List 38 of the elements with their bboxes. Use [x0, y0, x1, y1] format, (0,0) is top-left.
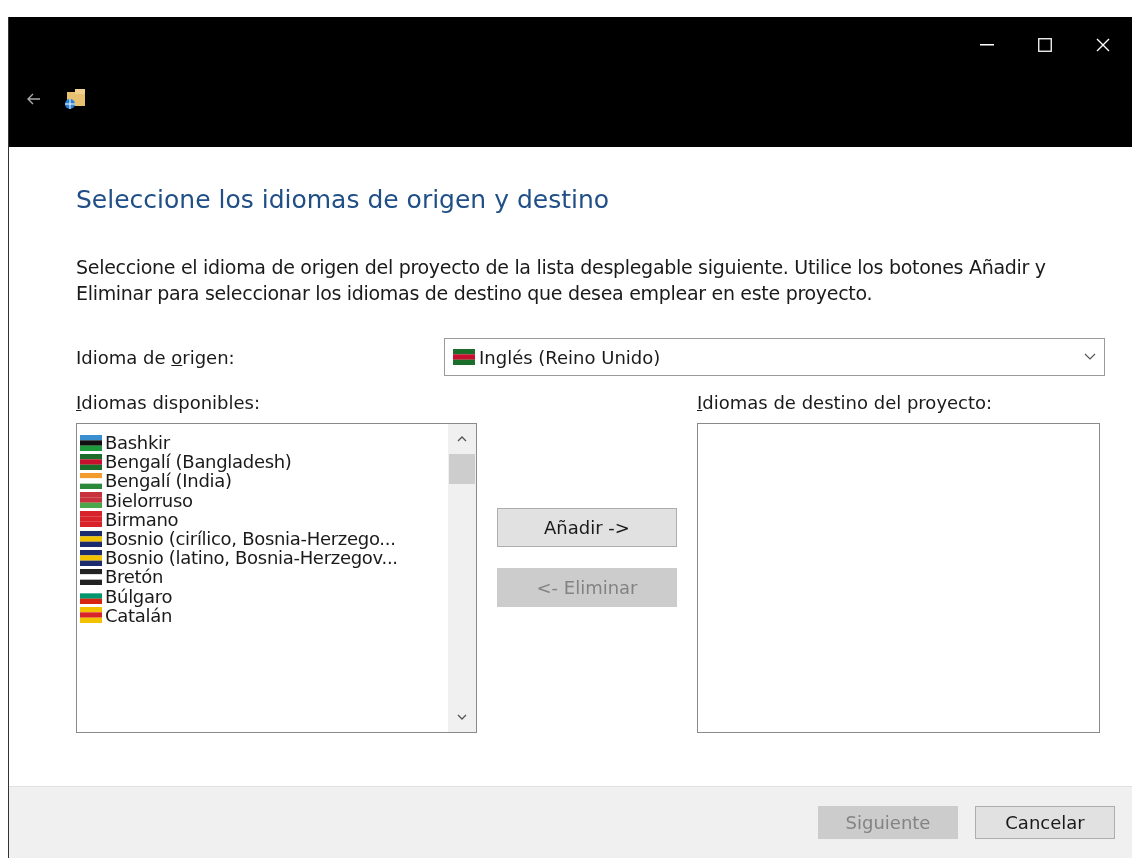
- page-heading: Seleccione los idiomas de origen y destino: [76, 185, 611, 214]
- flag-icon: [80, 568, 102, 585]
- language-item[interactable]: Bosnio (cirílico, Bosnia-Herzego...: [77, 528, 448, 549]
- language-item[interactable]: Bengalí (Bangladesh): [77, 452, 448, 472]
- flag-icon: [80, 434, 102, 451]
- back-arrow-icon[interactable]: [27, 93, 41, 105]
- language-item[interactable]: Bielorruso: [77, 490, 448, 510]
- available-languages-list[interactable]: Bashkir Bengalí (Bangladesh) Bengalí (India) Bielorruso Birmano Bosnio (cirílico, Bosnia-Herzego... Bosnio (latino, Bosnia-Herzegov... Bretón Búlgaro Catalán: [76, 423, 477, 733]
- language-item[interactable]: Bosnio (latino, Bosnia-Herzegov...: [77, 548, 448, 568]
- maximize-icon[interactable]: [1038, 38, 1052, 52]
- close-icon[interactable]: [1096, 38, 1110, 52]
- language-item[interactable]: Bashkir: [77, 433, 448, 453]
- flag-icon: [453, 349, 475, 365]
- field-label: Idiomas de destino del proyecto:: [697, 392, 994, 413]
- footer-button[interactable]: Cancelar: [975, 806, 1115, 839]
- flag-icon: [80, 511, 102, 528]
- flag-icon: [80, 453, 102, 470]
- language-item[interactable]: Birmano: [77, 509, 448, 529]
- field-label: Idiomas disponibles:: [76, 392, 261, 413]
- language-item[interactable]: Catalán: [77, 605, 448, 625]
- source-language-dropdown[interactable]: Inglés (Reino Unido): [444, 338, 1105, 376]
- add-button[interactable]: Añadir ->: [497, 508, 677, 547]
- chevron-down-icon: [1084, 353, 1096, 361]
- language-item[interactable]: Búlgaro: [77, 586, 448, 606]
- scroll-thumb[interactable]: [449, 454, 475, 484]
- scroll-down-icon[interactable]: [457, 714, 467, 720]
- field-label: Idioma de origen:: [76, 346, 236, 368]
- minimize-icon[interactable]: [980, 44, 994, 46]
- folder-globe-icon: [63, 88, 87, 110]
- instructions-text: Seleccione el idioma de origen del proyecto de la lista desplegable siguiente. Utilice los botones Añadir y Eliminar para seleccionar los idiomas de destino que desea emplear en este proyecto.: [76, 255, 1047, 306]
- language-item[interactable]: Bretón: [77, 567, 448, 587]
- flag-icon: [80, 492, 102, 509]
- flag-icon: [80, 549, 102, 566]
- scrollbar[interactable]: [448, 424, 476, 732]
- flag-icon: [80, 472, 102, 489]
- scroll-up-icon[interactable]: [457, 436, 467, 442]
- flag-icon: [80, 607, 102, 624]
- flag-icon: [80, 530, 102, 547]
